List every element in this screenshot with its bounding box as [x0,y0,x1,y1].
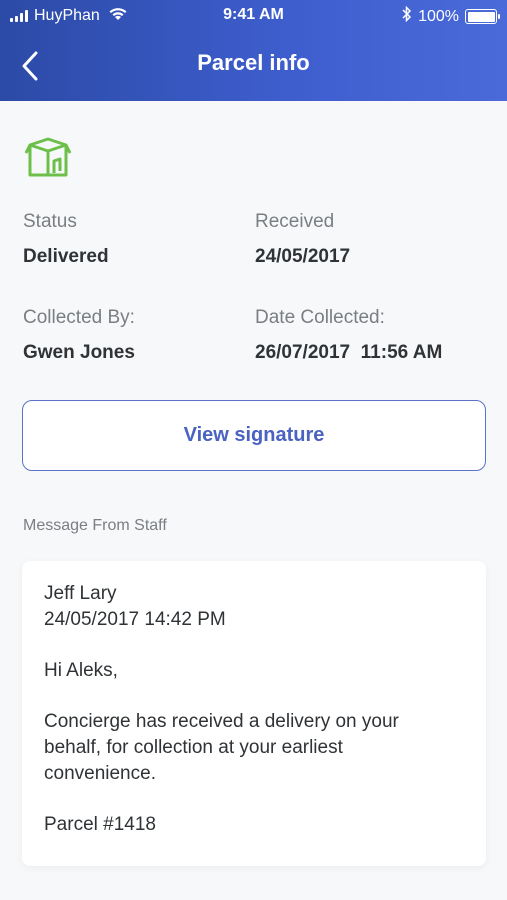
parcel-detail-content: Status Delivered Received 24/05/2017 Col… [0,101,507,900]
status-bar-right: 100% [402,5,500,27]
status-value: Delivered [23,246,109,267]
staff-message-card: Jeff Lary 24/05/2017 14:42 PM Hi Aleks, … [22,561,486,866]
received-label: Received [255,211,335,232]
date-collected-value: 26/07/2017 11:56 AM [255,342,443,363]
message-parcel-ref: Parcel #1418 [44,814,156,835]
battery-icon [465,9,500,24]
received-value: 24/05/2017 [255,246,351,267]
date-collected-label: Date Collected: [255,307,385,328]
battery-percent: 100% [418,7,459,25]
view-signature-button[interactable]: View signature [22,400,486,471]
collected-by-label: Collected By: [23,307,135,328]
message-timestamp: 24/05/2017 14:42 PM [44,609,226,630]
message-greeting: Hi Aleks, [44,660,118,681]
status-bar: HuyPhan 9:41 AM 100% [0,0,507,30]
status-label: Status [23,211,77,232]
package-icon [24,133,76,179]
message-body-line-1: Concierge has received a delivery on you… [44,711,399,732]
collected-by-value: Gwen Jones [23,342,135,363]
message-body-line-2: behalf, for collection at your earliest [44,737,343,758]
message-sender: Jeff Lary [44,583,117,604]
bluetooth-icon [402,5,412,27]
message-section-label: Message From Staff [23,517,167,534]
page-title: Parcel info [197,50,310,75]
app-header: HuyPhan 9:41 AM 100% Parcel info [0,0,507,101]
message-body-line-3: convenience. [44,763,156,784]
